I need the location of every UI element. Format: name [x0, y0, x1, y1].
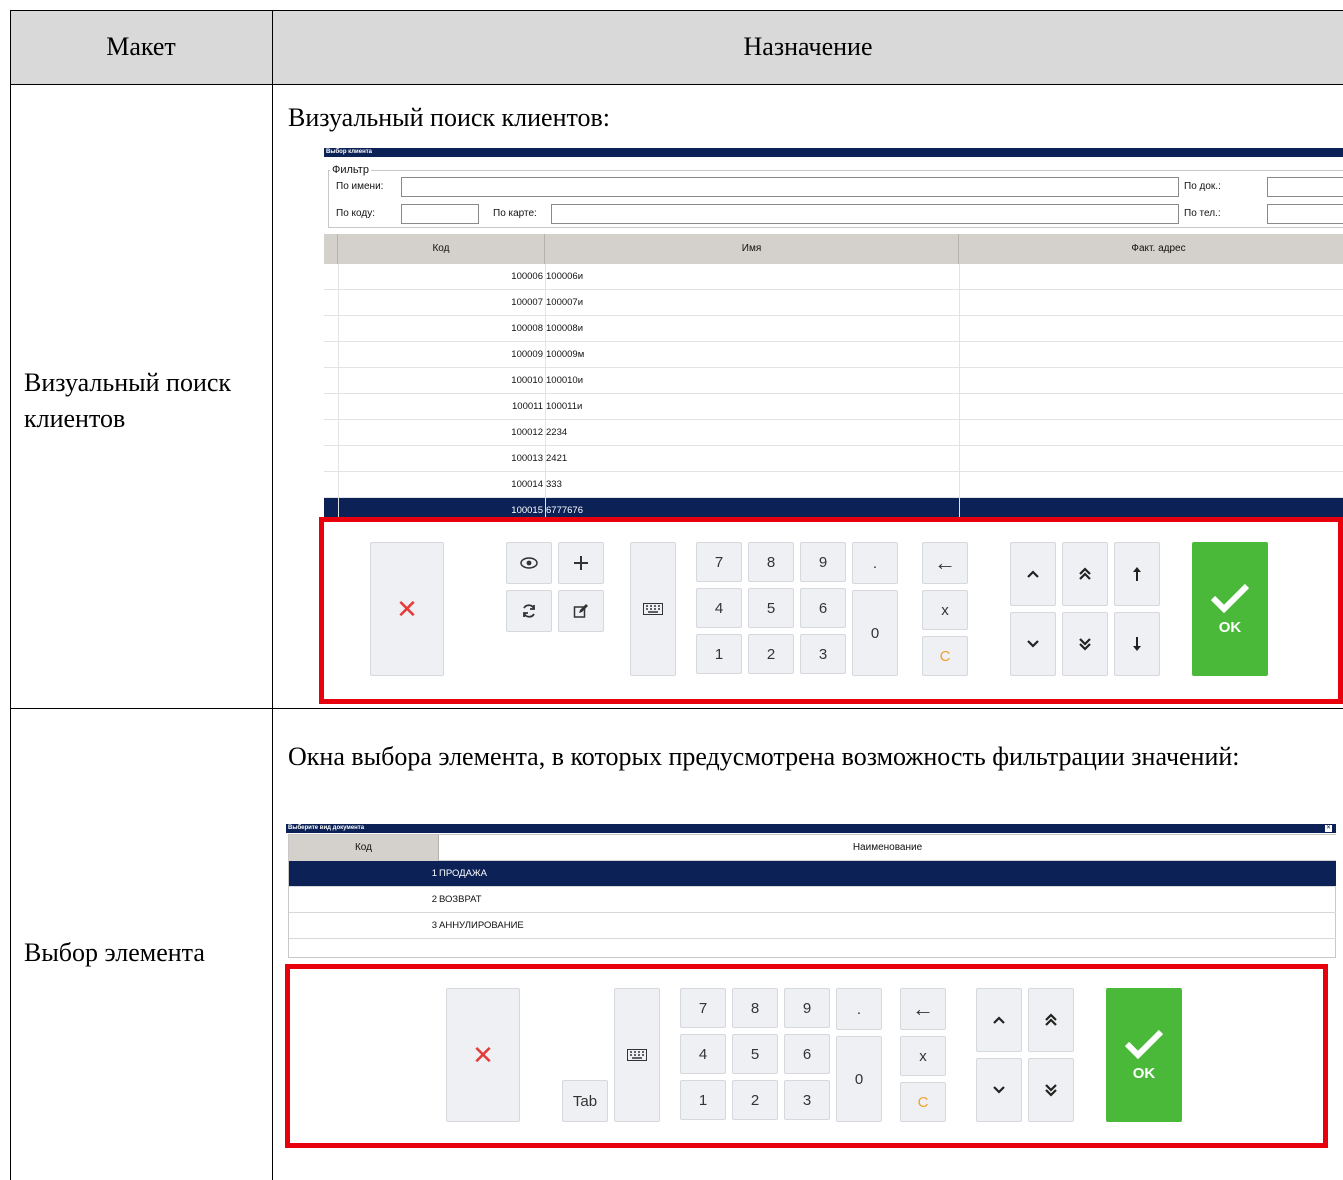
header-purpose: Назначение	[743, 32, 873, 61]
table-row[interactable]: 100007 100007и	[324, 290, 1343, 316]
by-code-label: По коду:	[336, 208, 375, 219]
table-row[interactable]: 2 ВОЗВРАТ	[289, 887, 1336, 913]
cell-code: 100009	[511, 349, 543, 360]
cell-code: 2	[431, 894, 437, 905]
cell-code: 100007	[511, 297, 543, 308]
table-row[interactable]: 100013 2421	[324, 446, 1343, 472]
by-card-label: По карте:	[493, 208, 537, 219]
row2-label: Выбор элемента	[24, 938, 205, 967]
cell-name: 2421	[546, 453, 568, 464]
by-doc-label: По док.:	[1184, 181, 1221, 192]
by-card-input[interactable]	[551, 204, 1179, 224]
header-layout: Макет	[106, 32, 176, 61]
cell-name: АННУЛИРОВАНИЕ	[439, 920, 524, 931]
cell-code: 100010	[511, 375, 543, 386]
grid-column-separator	[338, 264, 339, 520]
cell-name: 100008и	[546, 323, 584, 334]
grid-column-separator	[545, 264, 546, 520]
cell-name: 2234	[546, 427, 568, 438]
document-grid: Код Наименование 1 ПРОДАЖА 2 ВОЗВРАТ 3 АННУЛИ…	[288, 834, 1336, 958]
window-title-2: Выберите вид документа	[286, 824, 1336, 833]
cell-name: 100009м	[546, 349, 585, 360]
highlight-frame-1	[319, 517, 1343, 704]
cell-name: 100010и	[546, 375, 584, 386]
cell-code: 100008	[511, 323, 543, 334]
column-name[interactable]: Имя	[545, 234, 959, 264]
close-window-icon[interactable]: ✕	[1325, 825, 1332, 832]
document-type-window: Выберите вид документа ✕ Код Наименовани…	[286, 824, 1336, 966]
by-name-label: По имени:	[336, 181, 384, 192]
column-address[interactable]: Факт. адрес	[959, 234, 1343, 264]
by-code-input[interactable]	[401, 204, 479, 224]
window-title: Выбор клиента	[324, 148, 1343, 157]
table-row[interactable]: 100012 2234	[324, 420, 1343, 446]
row1-label: Визуальный поиск клиентов	[24, 368, 232, 433]
filter-legend: Фильтр	[330, 164, 371, 176]
row2-description: Окна выбора элемента, в которых предусмо…	[288, 742, 1240, 771]
by-name-input[interactable]	[401, 177, 1179, 197]
table-header-divider	[10, 84, 1343, 85]
table-row[interactable]: 100006 100006и	[324, 264, 1343, 290]
cell-code: 1	[431, 868, 437, 879]
cell-code: 100006	[511, 271, 543, 282]
table-row[interactable]: 100014 333	[324, 472, 1343, 498]
table-column-divider	[272, 10, 273, 1180]
table-row[interactable]: 3 АННУЛИРОВАНИЕ	[289, 913, 1336, 939]
cell-name: 100007и	[546, 297, 584, 308]
table-row[interactable]: 100008 100008и	[324, 316, 1343, 342]
cell-name: 333	[546, 479, 562, 490]
cell-code: 100013	[511, 453, 543, 464]
cell-name: 100006и	[546, 271, 584, 282]
client-rows: 100006 100006и 100007 100007и 100008 100008и 1…	[324, 264, 1343, 524]
column-code[interactable]: Код	[338, 234, 545, 264]
table-row[interactable]: 100009 100009м	[324, 342, 1343, 368]
table-row[interactable]: 100011 100011и	[324, 394, 1343, 420]
highlight-frame-2	[285, 964, 1328, 1148]
cell-name: ПРОДАЖА	[439, 868, 488, 879]
document-rows: 1 ПРОДАЖА 2 ВОЗВРАТ 3 АННУЛИРОВАНИЕ	[289, 861, 1336, 951]
cell-code: 100011	[512, 401, 543, 412]
by-doc-input[interactable]	[1267, 177, 1343, 197]
table-row[interactable]: 1 ПРОДАЖА	[289, 861, 1336, 887]
cell-code: 100012	[511, 427, 543, 438]
row1-description: Визуальный поиск клиентов:	[288, 103, 611, 132]
table-row[interactable]: 100010 100010и	[324, 368, 1343, 394]
cell-name: 100011и	[546, 401, 583, 412]
by-phone-input[interactable]	[1267, 204, 1343, 224]
by-phone-label: По тел.:	[1184, 208, 1221, 219]
cell-code: 100014	[511, 479, 543, 490]
grid-row-header	[324, 234, 338, 264]
column-code-2[interactable]: Код	[289, 835, 439, 861]
column-title-2[interactable]: Наименование	[439, 835, 1336, 861]
table-row-divider	[10, 708, 1343, 709]
table-border-top	[10, 10, 1343, 11]
cell-code: 3	[431, 920, 437, 931]
clients-grid: Код Имя Факт. адрес 100006 100006и 100007 1…	[324, 234, 1343, 524]
cell-name: ВОЗВРАТ	[439, 894, 482, 905]
grid-column-separator	[959, 264, 960, 520]
table-border-left	[10, 10, 11, 1180]
